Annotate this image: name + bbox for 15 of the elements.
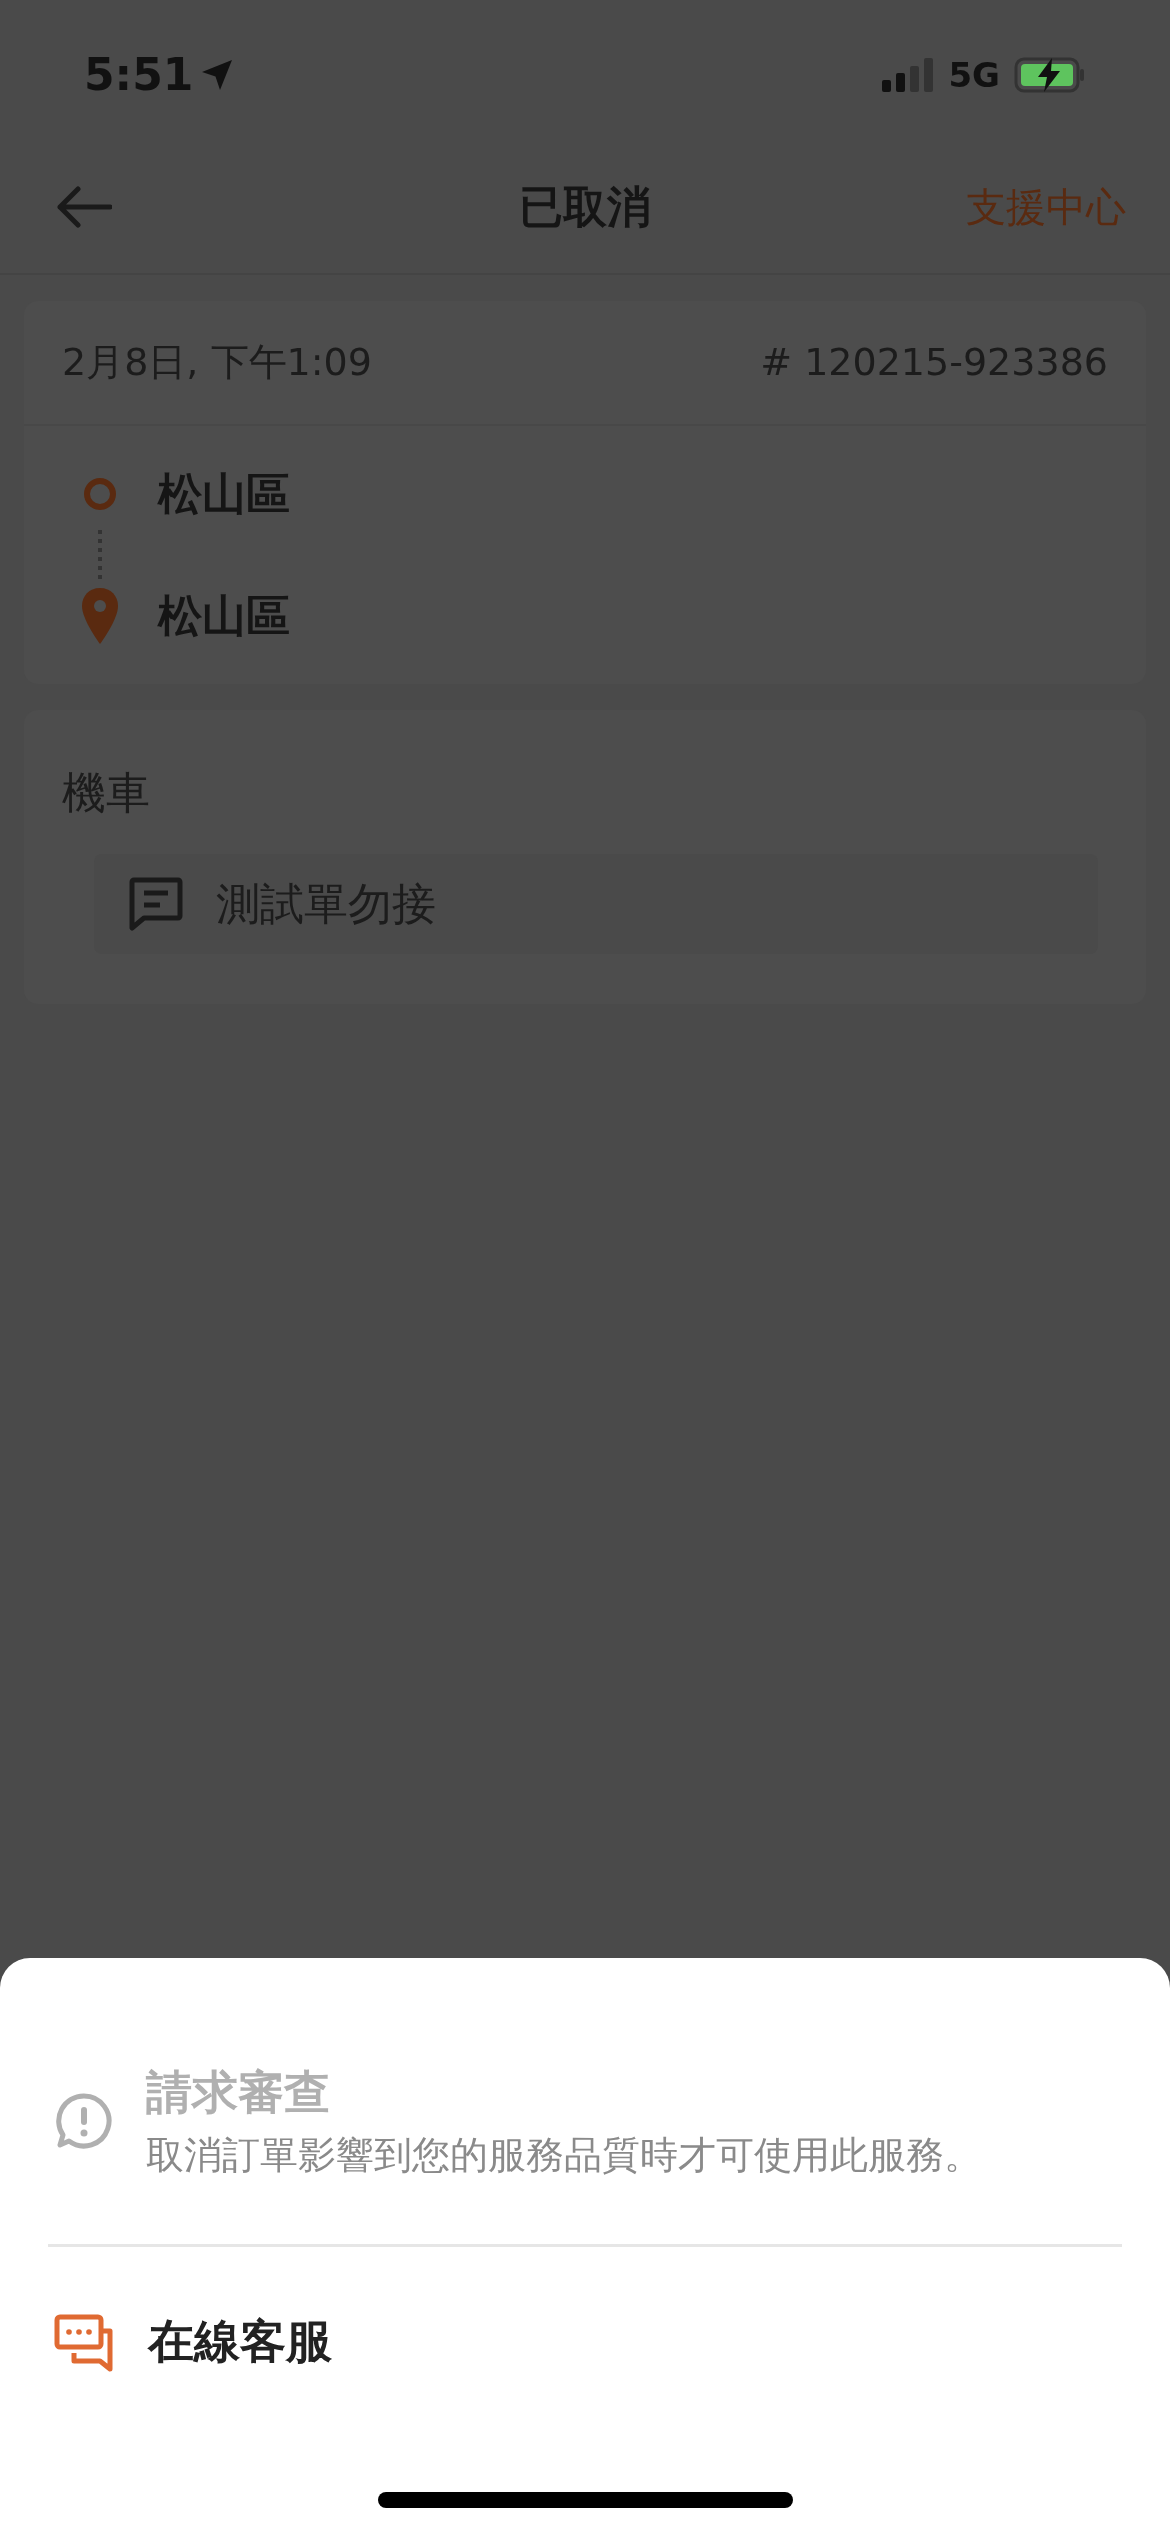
back-arrow-icon xyxy=(56,184,112,229)
message-icon xyxy=(128,876,184,932)
battery-charging-icon xyxy=(1014,57,1086,93)
option-title: 請求審查 xyxy=(146,2064,331,2121)
stop-address: 松山區 xyxy=(158,467,290,521)
stop-address: 松山區 xyxy=(158,589,290,643)
network-label: 5G xyxy=(948,53,1000,97)
option-title: 在線客服 xyxy=(148,2313,332,2370)
location-pin-icon xyxy=(80,586,120,646)
origin-circle-icon xyxy=(83,477,117,511)
alert-bubble-icon xyxy=(54,2091,114,2151)
status-time: 5:51 xyxy=(84,48,194,102)
sheet-option[interactable]: 在線客服 xyxy=(0,2247,1170,2376)
option-description: 取消訂單影響到您的服務品質時才可使用此服務。 xyxy=(146,2132,982,2179)
signal-icon xyxy=(882,58,935,92)
